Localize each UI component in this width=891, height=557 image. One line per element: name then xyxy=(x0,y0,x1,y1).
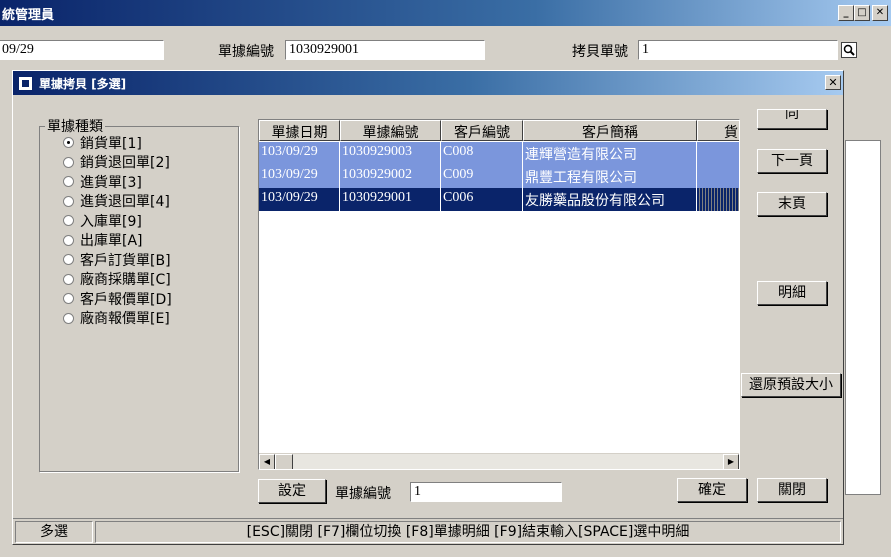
radio-indicator-icon[interactable] xyxy=(63,156,74,168)
doc-type-label: 廠商報價單[E] xyxy=(80,311,170,327)
radio-indicator-icon[interactable] xyxy=(63,234,74,246)
col-header-goods[interactable]: 貨 xyxy=(697,120,739,141)
doc-type-label: 客戶訂貨單[B] xyxy=(80,252,171,269)
doc-type-radio[interactable]: 廠商報價單[E] xyxy=(63,309,170,328)
doc-type-radio[interactable]: 出庫單[A] xyxy=(63,231,143,250)
radio-indicator-icon[interactable] xyxy=(63,137,74,148)
confirm-button[interactable]: 確定 xyxy=(677,478,747,502)
table-row[interactable]: 103/09/29 1030929001 C006 友勝藥品股份有限公司 xyxy=(259,188,739,211)
doc-grid[interactable]: 單據日期 單據編號 客戶編號 客戶簡稱 貨 103/09/29 103092900… xyxy=(258,119,740,470)
radio-indicator-icon[interactable] xyxy=(63,254,74,265)
col-header-doc-no[interactable]: 單據編號 xyxy=(340,120,441,141)
cell-no[interactable]: 1030929003 xyxy=(340,142,441,165)
doc-type-label: 廠商採購單[C] xyxy=(80,272,171,288)
cell-no[interactable]: 1030929002 xyxy=(340,165,441,188)
app-icon xyxy=(18,76,33,91)
detail-button[interactable]: 明細 xyxy=(757,281,827,305)
date-field[interactable]: 09/29 xyxy=(0,40,164,60)
scroll-left-icon[interactable]: ◀ xyxy=(259,454,275,469)
col-header-cust-no[interactable]: 客戶編號 xyxy=(441,120,523,141)
prev-page-button[interactable]: 同 xyxy=(757,109,827,129)
table-row[interactable]: 103/09/29 1030929002 C009 鼎豐工程有限公司 xyxy=(259,165,739,188)
cell-no[interactable]: 1030929001 xyxy=(340,188,441,211)
col-header-cust-name[interactable]: 客戶簡稱 xyxy=(523,120,697,141)
next-page-button[interactable]: 下一頁 xyxy=(757,149,827,173)
close-icon[interactable]: ✕ xyxy=(872,5,888,21)
cell-goods[interactable] xyxy=(697,188,739,211)
scroll-thumb[interactable] xyxy=(275,454,293,469)
doc-type-radio[interactable]: 銷貨退回單[2] xyxy=(63,153,170,172)
background-panel xyxy=(845,140,881,495)
setup-button[interactable]: 設定 xyxy=(258,479,326,503)
radio-indicator-icon[interactable] xyxy=(63,176,74,187)
col-header-date[interactable]: 單據日期 xyxy=(259,120,340,141)
table-row[interactable]: 103/09/29 1030929003 C008 連輝營造有限公司 xyxy=(259,142,739,165)
radio-indicator-icon[interactable] xyxy=(63,312,74,324)
dialog-title: 單據拷貝 [多選] xyxy=(39,77,127,91)
doc-type-label: 入庫單[9] xyxy=(80,213,142,230)
cell-goods[interactable] xyxy=(697,165,739,188)
doc-type-radio[interactable]: 客戶訂貨單[B] xyxy=(63,250,171,269)
cell-date[interactable]: 103/09/29 xyxy=(259,142,340,165)
minimize-icon[interactable]: _ xyxy=(838,5,854,21)
doc-type-radio[interactable]: 進貨單[3] xyxy=(63,172,142,191)
doc-type-label: 客戶報價單[D] xyxy=(80,291,172,308)
main-title-bar: 統管理員 xyxy=(0,0,891,26)
doc-type-label: 進貨單[3] xyxy=(80,174,142,191)
copy-no-label: 拷貝單號 xyxy=(572,44,628,60)
doc-type-label: 銷貨退回單[2] xyxy=(80,155,170,171)
status-hint: [ESC]關閉 [F7]欄位切換 [F8]單據明細 [F9]結束輸入[SPACE… xyxy=(95,521,841,543)
cell-name[interactable]: 友勝藥品股份有限公司 xyxy=(523,188,697,211)
copy-dialog: 單據拷貝 [多選] ✕ 單據種類 銷貨單[1] 銷貨退回單[2] 進貨單[3] 進貨退… xyxy=(12,70,844,545)
radio-indicator-icon[interactable] xyxy=(63,195,74,207)
horizontal-scrollbar[interactable]: ◀ ▶ xyxy=(259,453,739,469)
radio-indicator-icon[interactable] xyxy=(63,273,74,285)
radio-indicator-icon[interactable] xyxy=(63,215,74,226)
cell-cust[interactable]: C006 xyxy=(441,188,523,211)
doc-type-radio[interactable]: 廠商採購單[C] xyxy=(63,270,171,289)
search-doc-no-input[interactable]: 1 xyxy=(410,482,562,502)
restore-size-button[interactable]: 還原預設大小 xyxy=(741,373,841,397)
status-mode: 多選 xyxy=(15,521,93,543)
cell-date[interactable]: 103/09/29 xyxy=(259,165,340,188)
lookup-icon[interactable] xyxy=(841,42,857,58)
cell-cust[interactable]: C009 xyxy=(441,165,523,188)
doc-type-label: 出庫單[A] xyxy=(80,233,143,249)
doc-type-radio[interactable]: 進貨退回單[4] xyxy=(63,192,170,211)
doc-type-label: 銷貨單[1] xyxy=(80,135,142,152)
doc-no-label: 單據編號 xyxy=(218,44,274,60)
cell-name[interactable]: 鼎豐工程有限公司 xyxy=(523,165,697,188)
doc-type-radio[interactable]: 銷貨單[1] xyxy=(63,133,142,152)
search-doc-no-label: 單據編號 xyxy=(335,486,391,502)
cell-name[interactable]: 連輝營造有限公司 xyxy=(523,142,697,165)
doc-type-label: 進貨退回單[4] xyxy=(80,194,170,210)
dialog-title-bar: 單據拷貝 [多選] xyxy=(13,71,843,95)
maximize-icon[interactable]: □ xyxy=(854,5,870,21)
close-button[interactable]: 關閉 xyxy=(757,478,827,502)
status-bar: 多選 [ESC]關閉 [F7]欄位切換 [F8]單據明細 [F9]結束輸入[SP… xyxy=(13,518,843,544)
dialog-close-icon[interactable]: ✕ xyxy=(825,75,841,90)
cell-goods[interactable] xyxy=(697,142,739,165)
copy-no-field[interactable]: 1 xyxy=(638,40,838,60)
scroll-right-icon[interactable]: ▶ xyxy=(723,454,739,469)
cell-date[interactable]: 103/09/29 xyxy=(259,188,340,211)
radio-indicator-icon[interactable] xyxy=(63,293,74,304)
doc-no-field[interactable]: 1030929001 xyxy=(285,40,485,60)
doc-type-radio[interactable]: 客戶報價單[D] xyxy=(63,289,172,308)
doc-type-radio[interactable]: 入庫單[9] xyxy=(63,211,142,230)
main-window-title: 統管理員 xyxy=(2,8,55,23)
cell-cust[interactable]: C008 xyxy=(441,142,523,165)
last-page-button[interactable]: 末頁 xyxy=(757,192,827,216)
